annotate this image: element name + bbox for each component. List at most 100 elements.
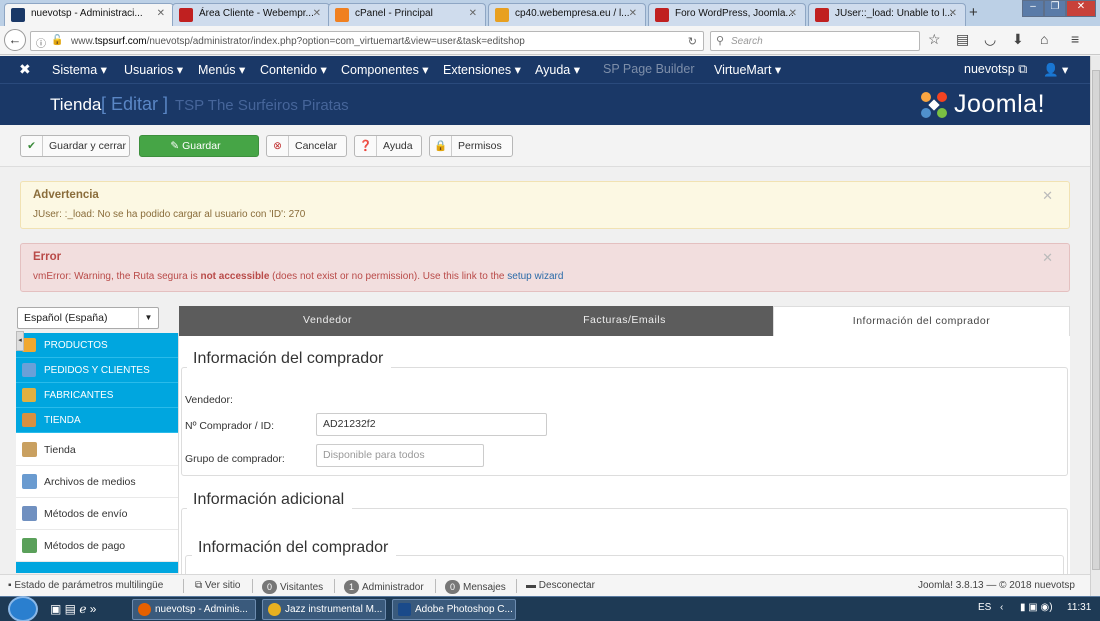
visitors-status[interactable]: 0 Visitantes: [262, 580, 323, 594]
tab-vendedor[interactable]: Vendedor: [179, 306, 476, 336]
url-bar[interactable]: ⓘ 🔓 www.tspsurf.com/nuevotsp/administrat…: [30, 31, 704, 51]
browser-toolbar-icons: ☆ ▤ ◡ ⬇ ⌂ ≡: [926, 31, 1096, 51]
close-alert-icon[interactable]: ✕: [1042, 188, 1053, 204]
scrollbar-thumb[interactable]: [1092, 70, 1100, 570]
minimize-icon[interactable]: ‒: [1022, 0, 1044, 17]
browser-tab-3[interactable]: cPanel - Principal ✕: [328, 3, 486, 26]
close-tab-icon[interactable]: ✕: [629, 8, 637, 19]
bookmark-star-icon[interactable]: ☆: [928, 31, 941, 48]
close-alert-icon[interactable]: ✕: [1042, 250, 1053, 266]
cancel-button[interactable]: ⊗ Cancelar: [266, 135, 347, 157]
save-button[interactable]: ✎ Guardar: [139, 135, 259, 157]
admins-status[interactable]: 1 Administrador: [344, 580, 424, 594]
close-tab-icon[interactable]: ✕: [313, 8, 321, 19]
menu-section-pedidos[interactable]: PEDIDOS Y CLIENTES: [16, 358, 178, 383]
buyer-group-field[interactable]: Disponible para todos: [316, 444, 484, 467]
download-icon[interactable]: ⬇: [1012, 31, 1024, 48]
input-language[interactable]: ES: [978, 602, 991, 613]
nav-sistema[interactable]: Sistema ▾: [52, 62, 107, 77]
page-scrollbar[interactable]: [1090, 56, 1100, 596]
tab-buyer-info[interactable]: Información del comprador: [773, 306, 1070, 336]
buyer-id-field[interactable]: AD21232f2: [316, 413, 547, 436]
maximize-icon[interactable]: ❐: [1044, 0, 1066, 17]
shop-name: TSP The Surfeiros Piratas: [175, 97, 349, 114]
user-menu-icon[interactable]: 👤 ▾: [1043, 62, 1068, 78]
view-site-link[interactable]: ⧉ Ver sitio: [195, 580, 241, 591]
nav-sp-page-builder[interactable]: SP Page Builder: [603, 62, 695, 76]
collapse-sidebar-handle[interactable]: ◂: [16, 331, 24, 351]
setup-wizard-link[interactable]: setup wizard: [507, 271, 563, 282]
screen: nuevotsp - Administraci... ✕ Área Client…: [0, 0, 1100, 621]
close-tab-icon[interactable]: ✕: [949, 8, 957, 19]
save-close-button[interactable]: ✔ Guardar y cerrar: [20, 135, 130, 157]
multilang-status-link[interactable]: ▪ Estado de parámetros multilingüe: [8, 580, 163, 591]
tray-icons[interactable]: ▮ ▣ ◉): [1020, 602, 1053, 613]
sidebar-item-payment[interactable]: Métodos de pago: [16, 530, 178, 562]
window-controls: ‒ ❐ ✕: [1022, 0, 1096, 17]
nav-menus[interactable]: Menús ▾: [198, 62, 245, 77]
nav-user-site-link[interactable]: nuevotsp ⧉: [964, 62, 1027, 77]
help-button[interactable]: ❓ Ayuda: [354, 135, 422, 157]
quicklaunch-icons[interactable]: ▣ ▤ ℯ »: [50, 602, 96, 616]
sidebar-item-shipping[interactable]: Métodos de envío: [16, 498, 178, 530]
webempresa-favicon-icon: [815, 8, 829, 22]
browser-tab-1[interactable]: nuevotsp - Administraci... ✕: [4, 3, 174, 26]
hamburger-menu-icon[interactable]: ≡: [1071, 31, 1079, 47]
permissions-button[interactable]: 🔒 Permisos: [429, 135, 513, 157]
nav-virtuemart[interactable]: VirtueMart ▾: [714, 62, 781, 77]
products-icon: [22, 338, 36, 352]
browser-tab-2[interactable]: Área Cliente - Webempr... ✕: [172, 3, 330, 26]
browser-tab-4[interactable]: cp40.webempresa.eu / l... ✕: [488, 3, 646, 26]
tray-arrow-icon[interactable]: ‹: [1000, 602, 1003, 613]
content-tabs: Vendedor Facturas/Emails Información del…: [179, 306, 1070, 336]
messages-status[interactable]: 0 Mensajes: [445, 580, 506, 594]
close-tab-icon[interactable]: ✕: [789, 8, 797, 19]
tab-facturas-emails[interactable]: Facturas/Emails: [476, 306, 773, 336]
browser-tab-6[interactable]: JUser::_load: Unable to l... ✕: [808, 3, 966, 26]
reading-list-icon[interactable]: ▤: [956, 31, 969, 48]
sidebar-item-media[interactable]: Archivos de medios: [16, 466, 178, 498]
reload-icon[interactable]: ↻: [688, 35, 697, 48]
taskbar-chrome[interactable]: Jazz instrumental M...: [262, 599, 386, 620]
nav-ayuda[interactable]: Ayuda ▾: [535, 62, 580, 77]
joomla-logo-icon[interactable]: ✖: [19, 61, 31, 78]
close-window-icon[interactable]: ✕: [1066, 0, 1096, 17]
nav-componentes[interactable]: Componentes ▾: [341, 62, 429, 77]
nav-usuarios[interactable]: Usuarios ▾: [124, 62, 183, 77]
language-select[interactable]: Español (España) ▼: [17, 307, 159, 329]
menu-section-tienda[interactable]: TIENDA: [16, 408, 178, 433]
close-tab-icon[interactable]: ✕: [469, 8, 477, 19]
info-icon[interactable]: ⓘ: [36, 35, 46, 50]
clock[interactable]: 11:31: [1067, 602, 1091, 613]
windows-start-icon[interactable]: [8, 596, 38, 621]
menu-section-next[interactable]: [16, 562, 178, 573]
task-label: Jazz instrumental M...: [285, 604, 383, 615]
menu-section-fabricantes[interactable]: FABRICANTES: [16, 383, 178, 408]
browser-tab-5[interactable]: Foro WordPress, Joomla... ✕: [648, 3, 806, 26]
minus-icon: ▬: [526, 580, 539, 591]
home-icon[interactable]: ⌂: [1040, 31, 1048, 47]
nav-contenido[interactable]: Contenido ▾: [260, 62, 327, 77]
sidebar-item-tienda[interactable]: Tienda: [16, 434, 178, 466]
taskbar-firefox[interactable]: nuevotsp - Adminis...: [132, 599, 256, 620]
back-arrow-icon[interactable]: ←: [4, 29, 26, 51]
shop-icon: [22, 413, 36, 427]
divider: [334, 579, 335, 593]
nav-extensiones[interactable]: Extensiones ▾: [443, 62, 521, 77]
warning-title: Advertencia: [33, 189, 99, 201]
new-tab-icon[interactable]: +: [969, 4, 978, 21]
payment-icon: [22, 538, 37, 553]
error-message: vmError: Warning, the Ruta segura is not…: [33, 271, 564, 282]
taskbar-photoshop[interactable]: Adobe Photoshop C...: [392, 599, 516, 620]
close-tab-icon[interactable]: ✕: [157, 8, 165, 19]
insecure-lock-icon[interactable]: 🔓: [51, 35, 63, 46]
external-link-icon: ⧉: [195, 580, 205, 591]
search-icon: ⚲: [716, 35, 725, 47]
vendor-label: Vendedor:: [185, 394, 233, 406]
logout-link[interactable]: ▬ Desconectar: [526, 580, 595, 591]
pocket-icon[interactable]: ◡: [984, 31, 996, 48]
help-label: Ayuda: [383, 140, 413, 152]
buyer-info-legend: Información del comprador: [187, 350, 392, 368]
menu-section-productos[interactable]: PRODUCTOS: [16, 333, 178, 358]
browser-search-input[interactable]: ⚲ Search: [710, 31, 920, 51]
